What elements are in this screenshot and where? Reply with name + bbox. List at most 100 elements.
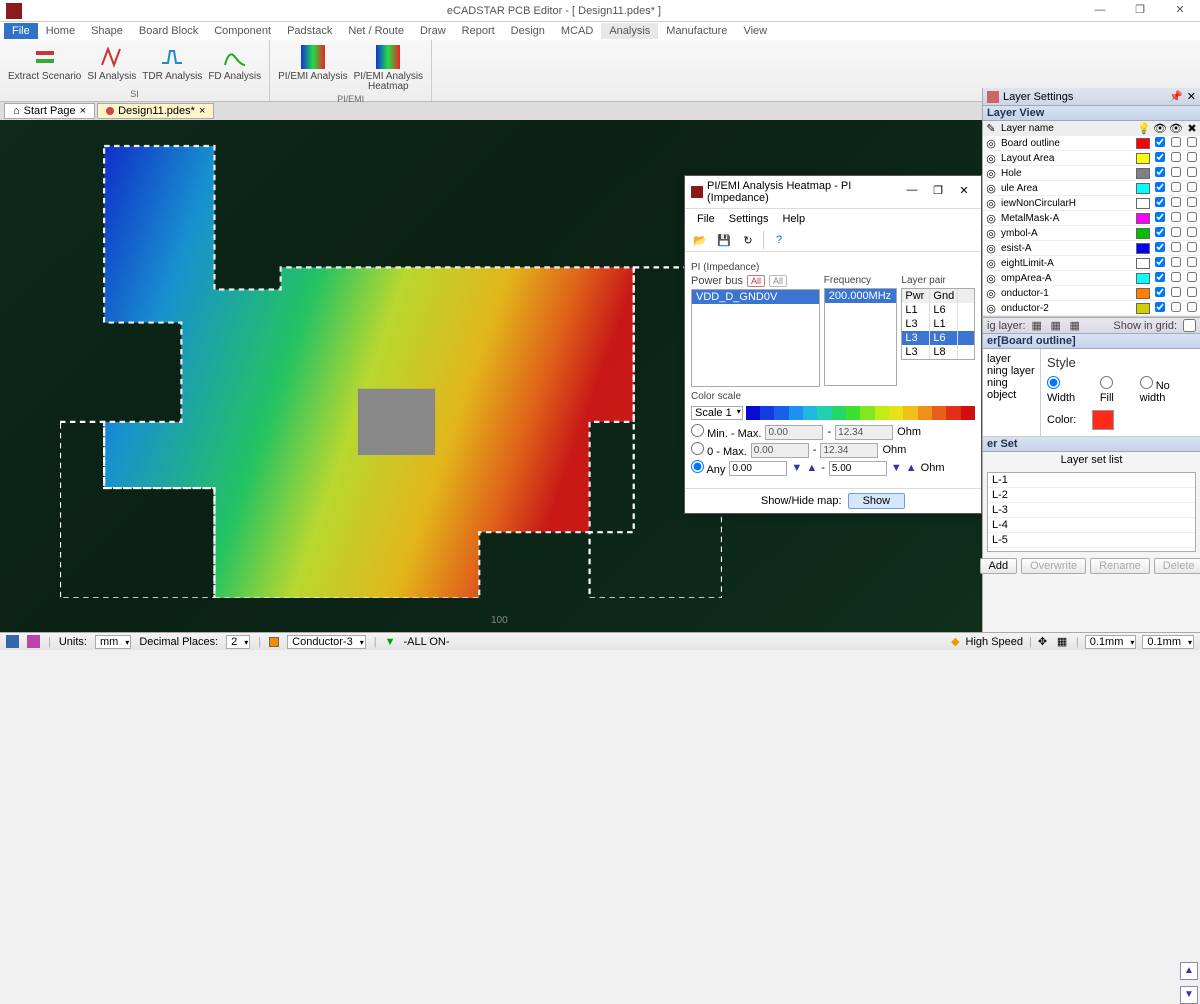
refresh-icon[interactable]: ↻	[739, 231, 757, 249]
decimal-select[interactable]: 2	[226, 635, 250, 649]
status-icon[interactable]	[6, 635, 19, 648]
layer-row[interactable]: ◎esist-A	[983, 241, 1200, 256]
width-radio[interactable]: Width	[1047, 376, 1088, 404]
layerpair-row[interactable]: L3L6	[902, 331, 974, 345]
doc-tab[interactable]: ⌂Start Page×	[4, 103, 95, 119]
menu-padstack[interactable]: Padstack	[279, 23, 340, 39]
menu-view[interactable]: View	[735, 23, 775, 39]
units-select[interactable]: mm	[95, 635, 131, 649]
doc-tab[interactable]: Design11.pdes*×	[97, 103, 214, 119]
add-button[interactable]: Add	[980, 558, 1018, 574]
maximize-button[interactable]: ❐	[1120, 0, 1160, 22]
menu-report[interactable]: Report	[454, 23, 503, 39]
help-icon[interactable]: ?	[770, 231, 788, 249]
menu-home[interactable]: Home	[38, 23, 83, 39]
layer-row[interactable]: ◎ompArea-A	[983, 271, 1200, 286]
piemi-analysis[interactable]: PI/EMI Analysis	[276, 42, 349, 94]
layerset-item[interactable]: L-3	[988, 503, 1195, 518]
spinner-up-icon[interactable]: ▲	[806, 462, 817, 474]
fd-analysis[interactable]: FD Analysis	[206, 42, 263, 84]
all-grey-button[interactable]: All	[769, 275, 787, 287]
layer-row[interactable]: ◎MetalMask-A	[983, 211, 1200, 226]
layer-row[interactable]: ◎onductor-1	[983, 286, 1200, 301]
powerbus-list[interactable]: VDD_D_GND0V	[691, 289, 820, 387]
powerbus-item[interactable]: VDD_D_GND0V	[692, 290, 819, 304]
menu-draw[interactable]: Draw	[412, 23, 454, 39]
bulb-icon[interactable]: 💡	[1136, 122, 1152, 135]
si-analysis[interactable]: SI Analysis	[85, 42, 138, 84]
tab-close-icon[interactable]: ×	[199, 105, 205, 117]
layerset-item[interactable]: L-1	[988, 473, 1195, 488]
pencil-icon[interactable]: ✎	[983, 122, 999, 135]
any-from[interactable]	[729, 461, 787, 476]
menu-boardblock[interactable]: Board Block	[131, 23, 206, 39]
layerset-item[interactable]: L-4	[988, 518, 1195, 533]
spinner-up-icon[interactable]: ▲	[906, 462, 917, 474]
opt-layer[interactable]: layer	[987, 353, 1036, 365]
move-down-button[interactable]: ▼	[1180, 986, 1198, 1004]
snap1-select[interactable]: 0.1mm	[1085, 635, 1137, 649]
layer-row[interactable]: ◎Hole	[983, 166, 1200, 181]
close-button[interactable]: ✕	[1160, 0, 1200, 22]
spinner-down-icon[interactable]: ▼	[791, 462, 802, 474]
layerset-item[interactable]: L-2	[988, 488, 1195, 503]
dlg-menu-settings[interactable]: Settings	[723, 211, 775, 227]
menu-manufacture[interactable]: Manufacture	[658, 23, 735, 39]
snap2-select[interactable]: 0.1mm	[1142, 635, 1194, 649]
grid-toggle-icon[interactable]: ▦	[1057, 635, 1070, 648]
dlg-menu-file[interactable]: File	[691, 211, 721, 227]
filter-icon[interactable]: ▼	[385, 636, 396, 648]
show-button[interactable]: Show	[848, 493, 906, 509]
layer-row[interactable]: ◎Board outline	[983, 136, 1200, 151]
grid3-icon[interactable]: ▦	[1070, 319, 1083, 332]
layerpair-row[interactable]: L3L8	[902, 345, 974, 359]
menu-analysis[interactable]: Analysis	[601, 23, 658, 39]
lock-icon[interactable]: ✖	[1184, 122, 1200, 135]
panel-close-icon[interactable]: ✕	[1187, 90, 1196, 103]
minimize-button[interactable]: —	[1080, 0, 1120, 22]
tool-icon[interactable]: ✥	[1038, 635, 1051, 648]
menu-shape[interactable]: Shape	[83, 23, 131, 39]
status-icon2[interactable]	[27, 635, 40, 648]
tdr-analysis[interactable]: TDR Analysis	[140, 42, 204, 84]
active-layer-select[interactable]: Conductor-3	[287, 635, 366, 649]
layer-row[interactable]: ◎eightLimit-A	[983, 256, 1200, 271]
move-up-button[interactable]: ▲	[1180, 962, 1198, 980]
save-icon[interactable]: 💾	[715, 231, 733, 249]
tab-close-icon[interactable]: ×	[80, 105, 86, 117]
piemi-heatmap[interactable]: PI/EMI AnalysisHeatmap	[352, 42, 425, 94]
color-swatch[interactable]	[1092, 410, 1114, 430]
menu-design[interactable]: Design	[503, 23, 553, 39]
layerset-list[interactable]: L-1L-2L-3L-4L-5	[987, 472, 1196, 552]
spinner-down-icon[interactable]: ▼	[891, 462, 902, 474]
grid-icon[interactable]: ▦	[1032, 319, 1045, 332]
any-radio[interactable]: Any	[691, 460, 725, 476]
grid2-icon[interactable]: ▦	[1051, 319, 1064, 332]
menu-mcad[interactable]: MCAD	[553, 23, 601, 39]
layer-row[interactable]: ◎ule Area	[983, 181, 1200, 196]
nowidth-radio[interactable]: No width	[1140, 376, 1194, 404]
all-button[interactable]: All	[747, 275, 765, 287]
layer-row[interactable]: ◎onductor-2	[983, 301, 1200, 316]
dialog-maximize[interactable]: ❐	[927, 183, 949, 201]
opt-ning-object[interactable]: ning object	[987, 377, 1036, 401]
menu-netroute[interactable]: Net / Route	[340, 23, 412, 39]
rename-button[interactable]: Rename	[1090, 558, 1150, 574]
dlg-menu-help[interactable]: Help	[776, 211, 811, 227]
overwrite-button[interactable]: Overwrite	[1021, 558, 1086, 574]
layer-row[interactable]: ◎ymbol-A	[983, 226, 1200, 241]
show-in-grid-check[interactable]	[1183, 319, 1196, 332]
extract-scenario[interactable]: Extract Scenario	[6, 42, 83, 84]
menu-file[interactable]: File	[4, 23, 38, 39]
layerpair-table[interactable]: PwrGndL1L6L3L1L3L6L3L8	[901, 288, 975, 360]
open-icon[interactable]: 📂	[691, 231, 709, 249]
menu-component[interactable]: Component	[206, 23, 279, 39]
layerset-item[interactable]: L-5	[988, 533, 1195, 548]
any-to[interactable]	[829, 461, 887, 476]
layer-row[interactable]: ◎iewNonCircularH	[983, 196, 1200, 211]
layerpair-row[interactable]: L1L6	[902, 303, 974, 317]
visibility-icon[interactable]: 👁	[1152, 122, 1168, 135]
delete-button[interactable]: Delete	[1154, 558, 1200, 574]
eye-icon[interactable]: 👁	[1168, 122, 1184, 135]
opt-ning-layer[interactable]: ning layer	[987, 365, 1036, 377]
